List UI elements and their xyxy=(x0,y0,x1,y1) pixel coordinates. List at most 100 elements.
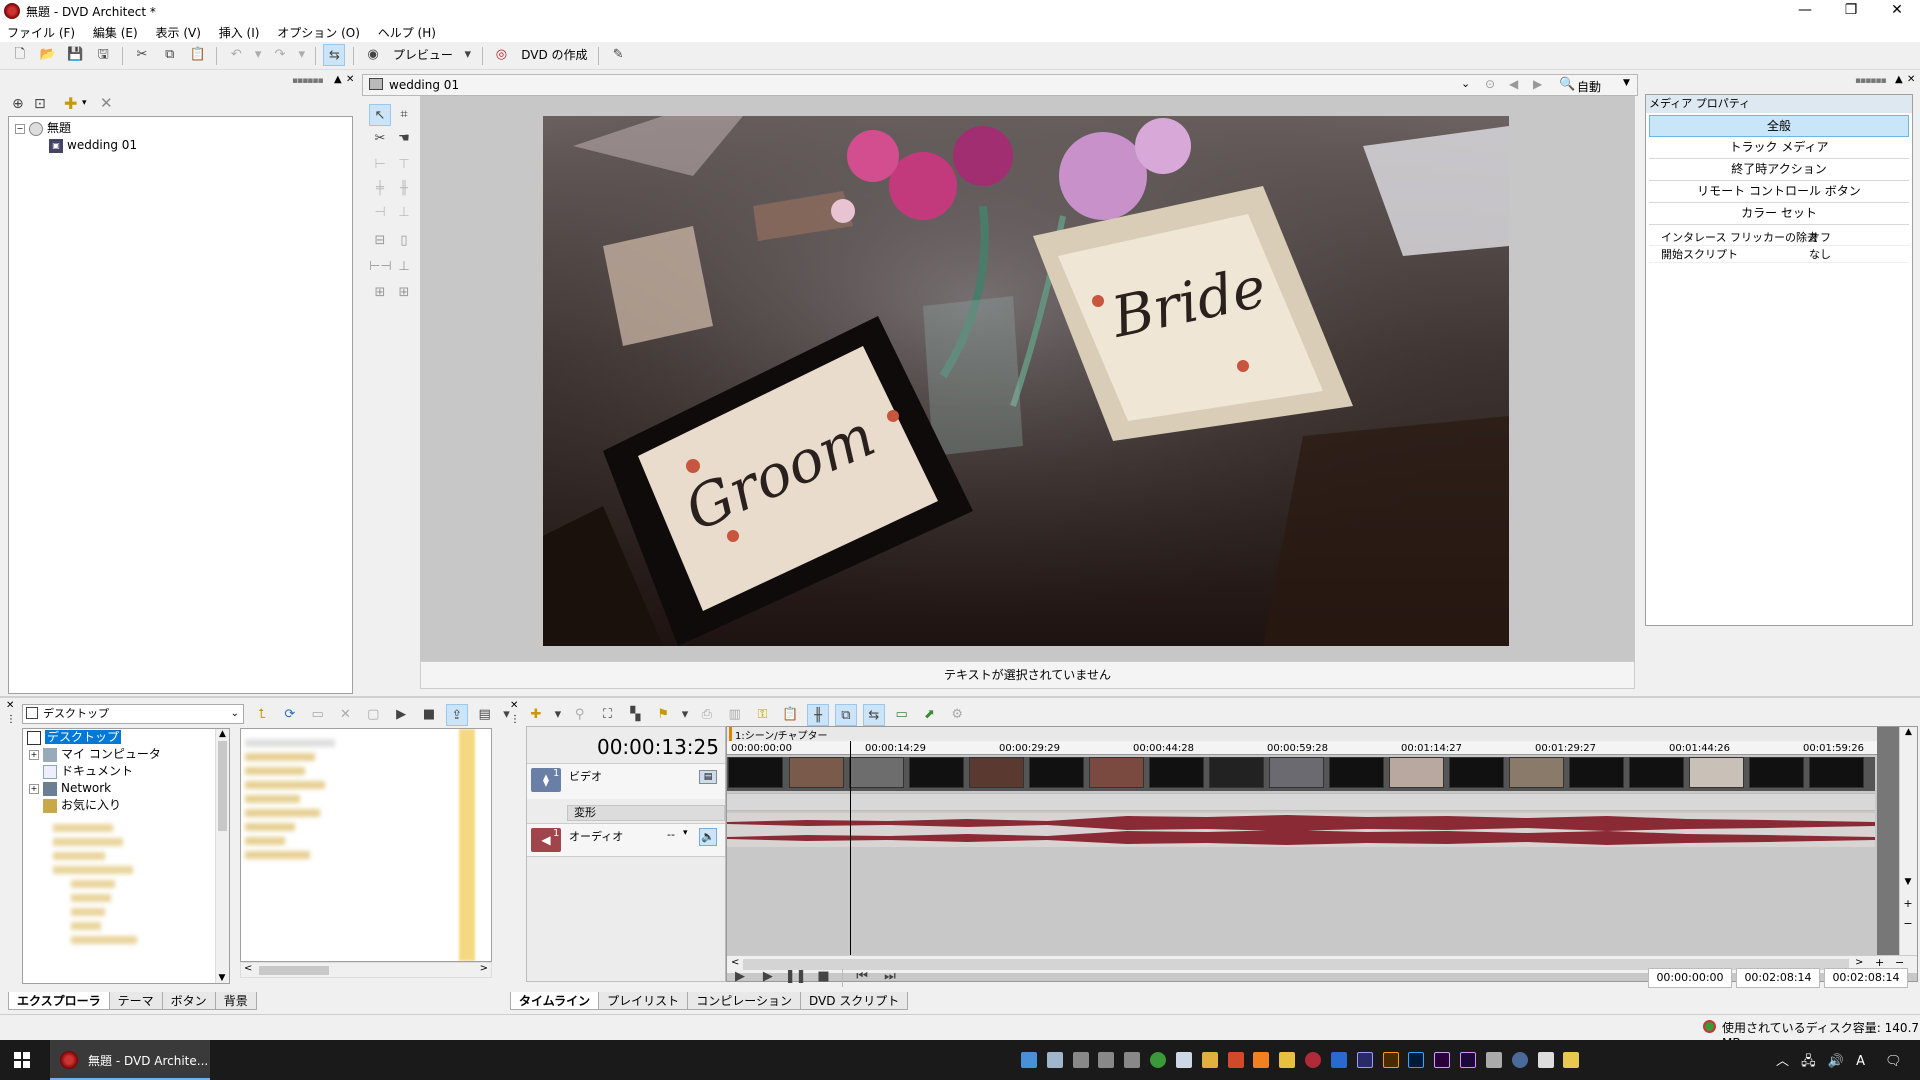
zoom-in-icon[interactable]: + xyxy=(1900,897,1916,910)
network-tray-icon[interactable]: 🖧 xyxy=(1801,1054,1816,1069)
insert-dropdown-icon[interactable]: ▾ xyxy=(553,704,563,726)
tree-item-my-computer[interactable]: + マイ コンピュータ xyxy=(23,746,229,763)
cut-icon[interactable]: ✂ xyxy=(131,44,153,66)
tree-item-desktop[interactable]: デスクトップ xyxy=(23,729,229,746)
panel-splitter[interactable] xyxy=(0,696,1920,698)
taskbar-app-button[interactable]: 無題 - DVD Archite... xyxy=(50,1040,210,1080)
panel-close-icon[interactable]: ✕ xyxy=(1907,74,1915,85)
insert-track-icon[interactable]: ✚ xyxy=(525,704,547,726)
views-icon[interactable]: ▤ xyxy=(474,704,496,726)
menu-insert[interactable]: 挿入 (I) xyxy=(212,22,267,43)
snap-icon[interactable]: ⇆ xyxy=(323,44,346,66)
align-right-icon[interactable]: ⊣ xyxy=(369,202,391,224)
panel-maximize-icon[interactable]: ▲ xyxy=(1895,74,1903,85)
scroll-up-icon[interactable]: ▲ xyxy=(216,729,229,739)
snap-grid-icon[interactable]: ╫ xyxy=(807,704,830,726)
selection-length[interactable]: 00:02:08:14 xyxy=(1824,968,1908,988)
new-file-icon[interactable]: 🗋 xyxy=(9,44,31,66)
pinned-app-icon[interactable] xyxy=(1279,1052,1296,1068)
scroll-right-icon[interactable]: > xyxy=(1855,957,1863,968)
add-dropdown-icon[interactable]: ▾ xyxy=(82,98,87,108)
folder-icon[interactable]: ▢ xyxy=(362,704,384,726)
pinned-app-icon[interactable] xyxy=(1485,1052,1502,1068)
scroll-left-icon[interactable]: < xyxy=(244,963,252,974)
background-photo[interactable]: Groom Bride xyxy=(543,116,1509,646)
selection-end-time[interactable]: 00:02:08:14 xyxy=(1736,968,1820,988)
scroll-thumb[interactable] xyxy=(259,966,329,975)
lock-envelopes-icon[interactable]: ⇆ xyxy=(862,704,885,726)
tab-explorer[interactable]: エクスプローラ xyxy=(8,992,110,1010)
tab-themes[interactable]: テーマ xyxy=(108,992,163,1010)
play-from-start-icon[interactable]: ▶ xyxy=(729,966,751,988)
export-icon[interactable]: ⬈ xyxy=(918,704,940,726)
track-media-button[interactable]: トラック メディア xyxy=(1649,137,1909,159)
save-as-icon[interactable]: 🖫 xyxy=(92,44,114,66)
playhead-cursor[interactable] xyxy=(850,741,851,955)
delete-file-icon[interactable]: ✕ xyxy=(334,704,356,726)
pinned-app-icon[interactable] xyxy=(1227,1052,1244,1068)
make-dvd-button[interactable]: DVD の作成 xyxy=(517,45,591,67)
tree-item-documents[interactable]: ドキュメント xyxy=(23,763,229,780)
redo-icon[interactable]: ↷ xyxy=(269,44,291,66)
ime-icon[interactable]: A xyxy=(1856,1054,1865,1069)
audio-level-select[interactable]: -- xyxy=(667,828,675,841)
pinned-app-icon[interactable] xyxy=(1330,1052,1347,1068)
select-tool-icon[interactable]: ↖ xyxy=(369,104,391,126)
zoom-out-icon[interactable]: − xyxy=(1900,917,1916,930)
after-effects-icon[interactable] xyxy=(1356,1052,1373,1068)
scroll-up-icon[interactable]: ▲ xyxy=(1900,727,1917,737)
timeline-vscroll[interactable]: ▲ ▼ + − xyxy=(1899,727,1917,955)
ripple-icon[interactable]: ⚲ xyxy=(569,704,591,726)
split-icon[interactable]: ⛶ xyxy=(596,704,618,726)
property-row-start-script[interactable]: 開始スクリプト なし xyxy=(1649,246,1909,263)
vlc-icon[interactable] xyxy=(1253,1052,1270,1068)
make-dvd-icon[interactable]: ◎ xyxy=(490,44,512,66)
property-value[interactable]: オフ xyxy=(1809,229,1831,246)
marker-icon[interactable]: ▚ xyxy=(624,704,646,726)
align-top-icon[interactable]: ⊤ xyxy=(393,154,415,176)
explorer-icon[interactable] xyxy=(1201,1052,1218,1068)
property-value[interactable]: なし xyxy=(1809,246,1831,263)
video-clip[interactable] xyxy=(727,757,1875,791)
panel-close-icon[interactable]: ✕ xyxy=(510,700,518,711)
end-action-button[interactable]: 終了時アクション xyxy=(1649,159,1909,181)
preview-icon[interactable]: ◉ xyxy=(362,44,384,66)
auto-ripple-icon[interactable]: ⧉ xyxy=(834,704,857,726)
space-vertical-icon[interactable]: ⊥ xyxy=(393,256,415,278)
chrome-icon[interactable] xyxy=(1150,1052,1167,1068)
sticky-notes-icon[interactable] xyxy=(1563,1052,1580,1068)
page-dropdown-icon[interactable]: ⌄ xyxy=(1461,77,1470,90)
align-left-icon[interactable]: ⊢ xyxy=(369,154,391,176)
tree-item-network[interactable]: + Network xyxy=(23,780,229,797)
same-width-icon[interactable]: ⊟ xyxy=(369,230,391,252)
auto-preview-icon[interactable]: ⇪ xyxy=(445,704,468,726)
tab-backgrounds[interactable]: 背景 xyxy=(214,992,257,1010)
pause-icon[interactable]: ❚❚ xyxy=(785,966,807,988)
panel-close-icon[interactable]: ✕ xyxy=(346,74,354,85)
scroll-down-icon[interactable]: ▼ xyxy=(1900,877,1916,887)
tree-child[interactable]: ▣ wedding 01 xyxy=(9,137,352,154)
collapse-icon[interactable]: − xyxy=(15,123,25,134)
illustrator-icon[interactable] xyxy=(1382,1052,1399,1068)
property-row-deinterlace[interactable]: インタレース フリッカーの除去 オフ xyxy=(1649,229,1909,246)
menu-options[interactable]: オプション (O) xyxy=(270,22,367,43)
speaker-icon[interactable]: 🔈 xyxy=(699,828,717,846)
pinned-app-icon[interactable] xyxy=(1175,1052,1192,1068)
play-icon[interactable]: ▶ xyxy=(390,704,412,726)
up-icon[interactable]: ⊙ xyxy=(1485,77,1495,91)
pinned-app-icon[interactable] xyxy=(1537,1052,1554,1068)
panel-close-icon[interactable]: ✕ xyxy=(6,700,14,711)
hand-tool-icon[interactable]: ☚ xyxy=(393,128,415,150)
save-icon[interactable]: 💾 xyxy=(64,44,86,66)
chapter-dropdown-icon[interactable]: ▾ xyxy=(680,704,690,726)
pinned-app-icon[interactable] xyxy=(1124,1052,1141,1068)
up-folder-icon[interactable]: ⮤ xyxy=(251,704,273,726)
settings-icon[interactable]: ⚙ xyxy=(946,704,968,726)
color-set-button[interactable]: カラー セット xyxy=(1649,203,1909,225)
delete-icon[interactable]: ✕ xyxy=(100,94,113,112)
transform-label[interactable]: 変形 xyxy=(567,805,725,821)
wizard-icon[interactable]: ✎ xyxy=(607,44,629,66)
undo-icon[interactable]: ↶ xyxy=(225,44,247,66)
premiere-icon[interactable] xyxy=(1434,1052,1451,1068)
photoshop-icon[interactable] xyxy=(1408,1052,1425,1068)
